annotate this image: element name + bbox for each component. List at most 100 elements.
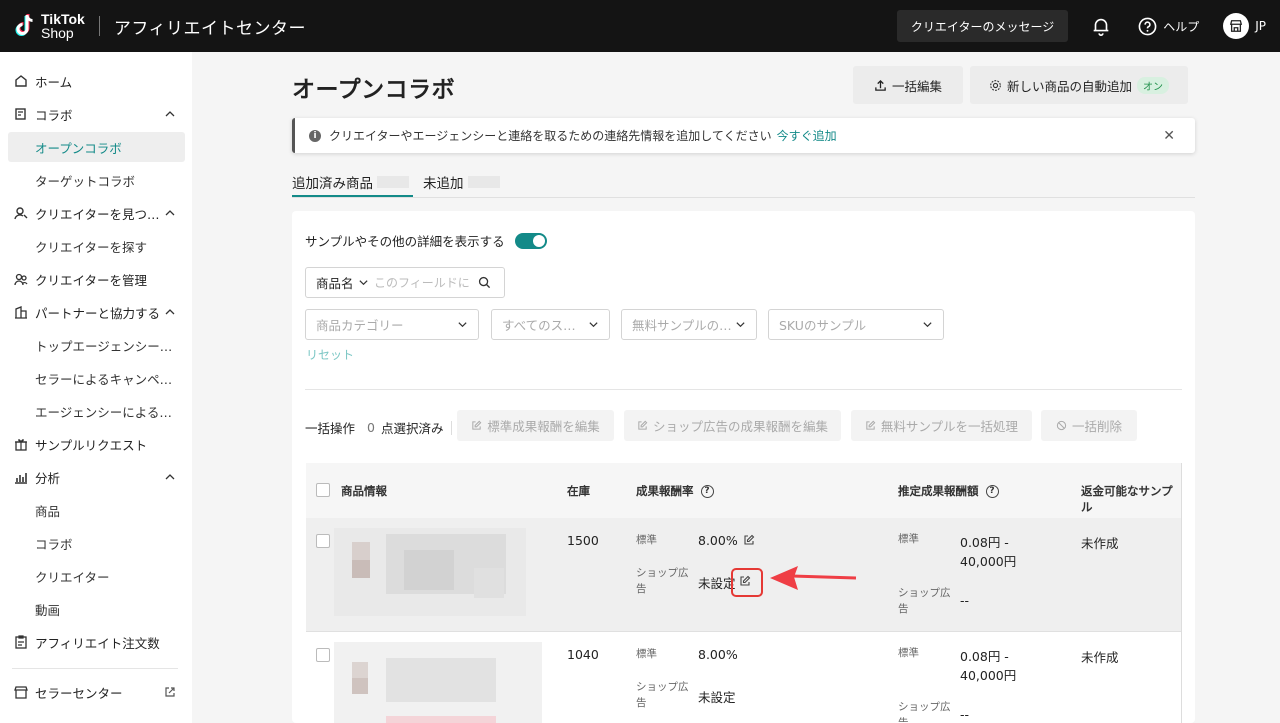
help-button[interactable]: ヘルプ [1138, 17, 1199, 36]
status-dropdown[interactable]: すべてのス… [491, 309, 610, 340]
sidebar-item-seller-center[interactable]: セラーセンター [0, 677, 192, 707]
reset-link[interactable]: リセット [306, 346, 354, 363]
info-icon: i [309, 129, 321, 142]
est-standard-value: 0.08円 - [960, 649, 1009, 664]
filter-divider [305, 389, 1182, 390]
edit-standard-commission-button[interactable]: 標準成果報酬を編集 [457, 410, 614, 441]
free-sample-dropdown[interactable]: 無料サンプルの… [621, 309, 757, 340]
clipboard-icon [14, 635, 28, 649]
tiktok-shop-logo[interactable]: TikTok Shop [12, 12, 85, 40]
sidebar-item-analytics-collab[interactable]: コラボ [8, 528, 185, 558]
sidebar-item-seller-campaign[interactable]: セラーによるキャンペ… [8, 363, 185, 393]
table-header: 商品情報 在庫 成果報酬率 ? 推定成果報酬額 ? 返金可能なサンプル [306, 463, 1181, 518]
bulk-delete-button[interactable]: 一括削除 [1041, 410, 1137, 441]
edit-shop-ads-commission-button[interactable]: ショップ広告の成果報酬を編集 [624, 410, 841, 441]
building-icon [14, 305, 28, 319]
shop-ads-label: ショップ広告 [636, 681, 689, 709]
notice-text: クリエイターやエージェンシーと連絡を取るための連絡先情報を追加してください [329, 129, 772, 143]
sidebar-item-search-creators[interactable]: クリエイターを探す [8, 231, 185, 261]
tab-not-added[interactable]: 未追加 [423, 172, 500, 197]
header-refundable-sample: 返金可能なサンプル [1081, 484, 1173, 514]
creator-messages-button[interactable]: クリエイターのメッセージ [896, 10, 1069, 42]
stock-value: 1500 [567, 533, 599, 548]
sidebar-item-affiliate-orders[interactable]: アフィリエイト注文数 [0, 627, 192, 657]
chevron-down-icon [458, 322, 467, 328]
sidebar-item-collab[interactable]: コラボ [0, 99, 192, 129]
search-input[interactable]: このフィールドに [374, 274, 472, 291]
chevron-up-icon [165, 474, 175, 480]
search-icon[interactable] [478, 276, 491, 289]
home-icon [14, 74, 28, 88]
product-tabs: 追加済み商品 未追加 [292, 172, 510, 197]
bulk-label: 一括操作 [305, 421, 356, 436]
chevron-up-icon [165, 210, 175, 216]
sidebar-item-top-agency[interactable]: トップエージェンシー… [8, 330, 185, 360]
sidebar-item-manage-creators[interactable]: クリエイターを管理 [0, 264, 192, 294]
sidebar-item-label: セラーセンター [35, 685, 123, 701]
sidebar-item-label: クリエイターを管理 [35, 272, 148, 288]
shop-ads-rate: 未設定 [698, 690, 736, 705]
standard-rate: 8.00% [698, 533, 738, 548]
sidebar-item-label: 分析 [35, 470, 61, 486]
standard-rate: 8.00% [698, 647, 738, 662]
sidebar-item-sample-request[interactable]: サンプルリクエスト [0, 429, 192, 459]
bulk-edit-button[interactable]: 一括編集 [853, 66, 963, 104]
sidebar-item-label: ホーム [35, 74, 73, 90]
close-icon[interactable]: ✕ [1163, 128, 1175, 144]
sidebar-item-target-collab[interactable]: ターゲットコラボ [8, 165, 185, 195]
sidebar-item-products[interactable]: 商品 [8, 495, 185, 525]
est-standard-value: 0.08円 - [960, 535, 1009, 550]
search-type-label: 商品名 [316, 276, 354, 291]
highlight-box [731, 568, 763, 597]
shop-ads-rate: 未設定 [698, 576, 736, 591]
sidebar-item-creators[interactable]: クリエイター [8, 561, 185, 591]
sidebar-item-analytics[interactable]: 分析 [0, 462, 192, 492]
sidebar-item-videos[interactable]: 動画 [8, 594, 185, 624]
tab-label: 追加済み商品 [292, 176, 373, 192]
bulk-free-sample-button[interactable]: 無料サンプルを一括処理 [851, 410, 1032, 441]
tab-added-products[interactable]: 追加済み商品 [292, 172, 413, 197]
product-thumbnail-blurred [334, 528, 526, 616]
bulk-edit-label: 一括編集 [891, 78, 942, 94]
show-details-row: サンプルやその他の詳細を表示する [305, 231, 547, 250]
sidebar-item-agency-by[interactable]: エージェンシーによる… [8, 396, 185, 426]
est-standard-label: 標準 [898, 647, 919, 659]
sidebar-item-label: アフィリエイト注文数 [35, 635, 160, 651]
bar-chart-icon [14, 470, 28, 484]
header-est-commission: 推定成果報酬額 ? [898, 483, 999, 499]
app-title: アフィリエイトセンター [113, 18, 306, 39]
dropdown-label: SKUのサンプル [779, 318, 867, 333]
gift-icon [14, 437, 28, 451]
question-icon[interactable]: ? [700, 484, 714, 498]
selected-count: 0 [367, 420, 375, 435]
chevron-down-icon [923, 322, 932, 328]
edit-standard-rate-icon[interactable] [743, 534, 755, 546]
top-bar: TikTok Shop アフィリエイトセンター クリエイターのメッセージ ヘルプ… [0, 0, 1280, 52]
est-standard-value: 40,000円 [960, 668, 1017, 683]
sidebar-divider [12, 668, 178, 669]
tab-label: 未追加 [423, 176, 464, 192]
contact-info-notice: i クリエイターやエージェンシーと連絡を取るための連絡先情報を追加してください … [292, 118, 1195, 153]
sidebar-item-label: パートナーと協力する [35, 305, 161, 321]
bell-icon[interactable] [1090, 15, 1112, 37]
sidebar-item-find-creators[interactable]: クリエイターを見つ… [0, 198, 192, 228]
sidebar-item-open-collab[interactable]: オープンコラボ [8, 132, 185, 162]
bulk-separator [451, 420, 453, 435]
account-menu[interactable]: JP [1223, 13, 1266, 39]
sku-sample-dropdown[interactable]: SKUのサンプル [768, 309, 944, 340]
select-all-checkbox[interactable] [316, 483, 330, 497]
est-shop-ads-label: ショップ広告 [898, 587, 951, 615]
row-checkbox[interactable] [316, 648, 330, 662]
header-stock: 在庫 [567, 484, 590, 498]
people-icon [14, 272, 28, 286]
row-checkbox[interactable] [316, 534, 330, 548]
auto-add-products-button[interactable]: 新しい商品の自動追加 オン [970, 66, 1188, 104]
search-type-select[interactable]: 商品名 [306, 273, 374, 292]
sidebar-item-home[interactable]: ホーム [0, 66, 192, 96]
show-details-toggle[interactable] [514, 232, 547, 249]
sidebar-item-partner[interactable]: パートナーと協力する [0, 297, 192, 327]
question-icon[interactable]: ? [985, 484, 999, 498]
add-now-link[interactable]: 今すぐ追加 [777, 127, 837, 144]
category-dropdown[interactable]: 商品カテゴリー [305, 309, 479, 340]
standard-label: 標準 [636, 534, 657, 546]
